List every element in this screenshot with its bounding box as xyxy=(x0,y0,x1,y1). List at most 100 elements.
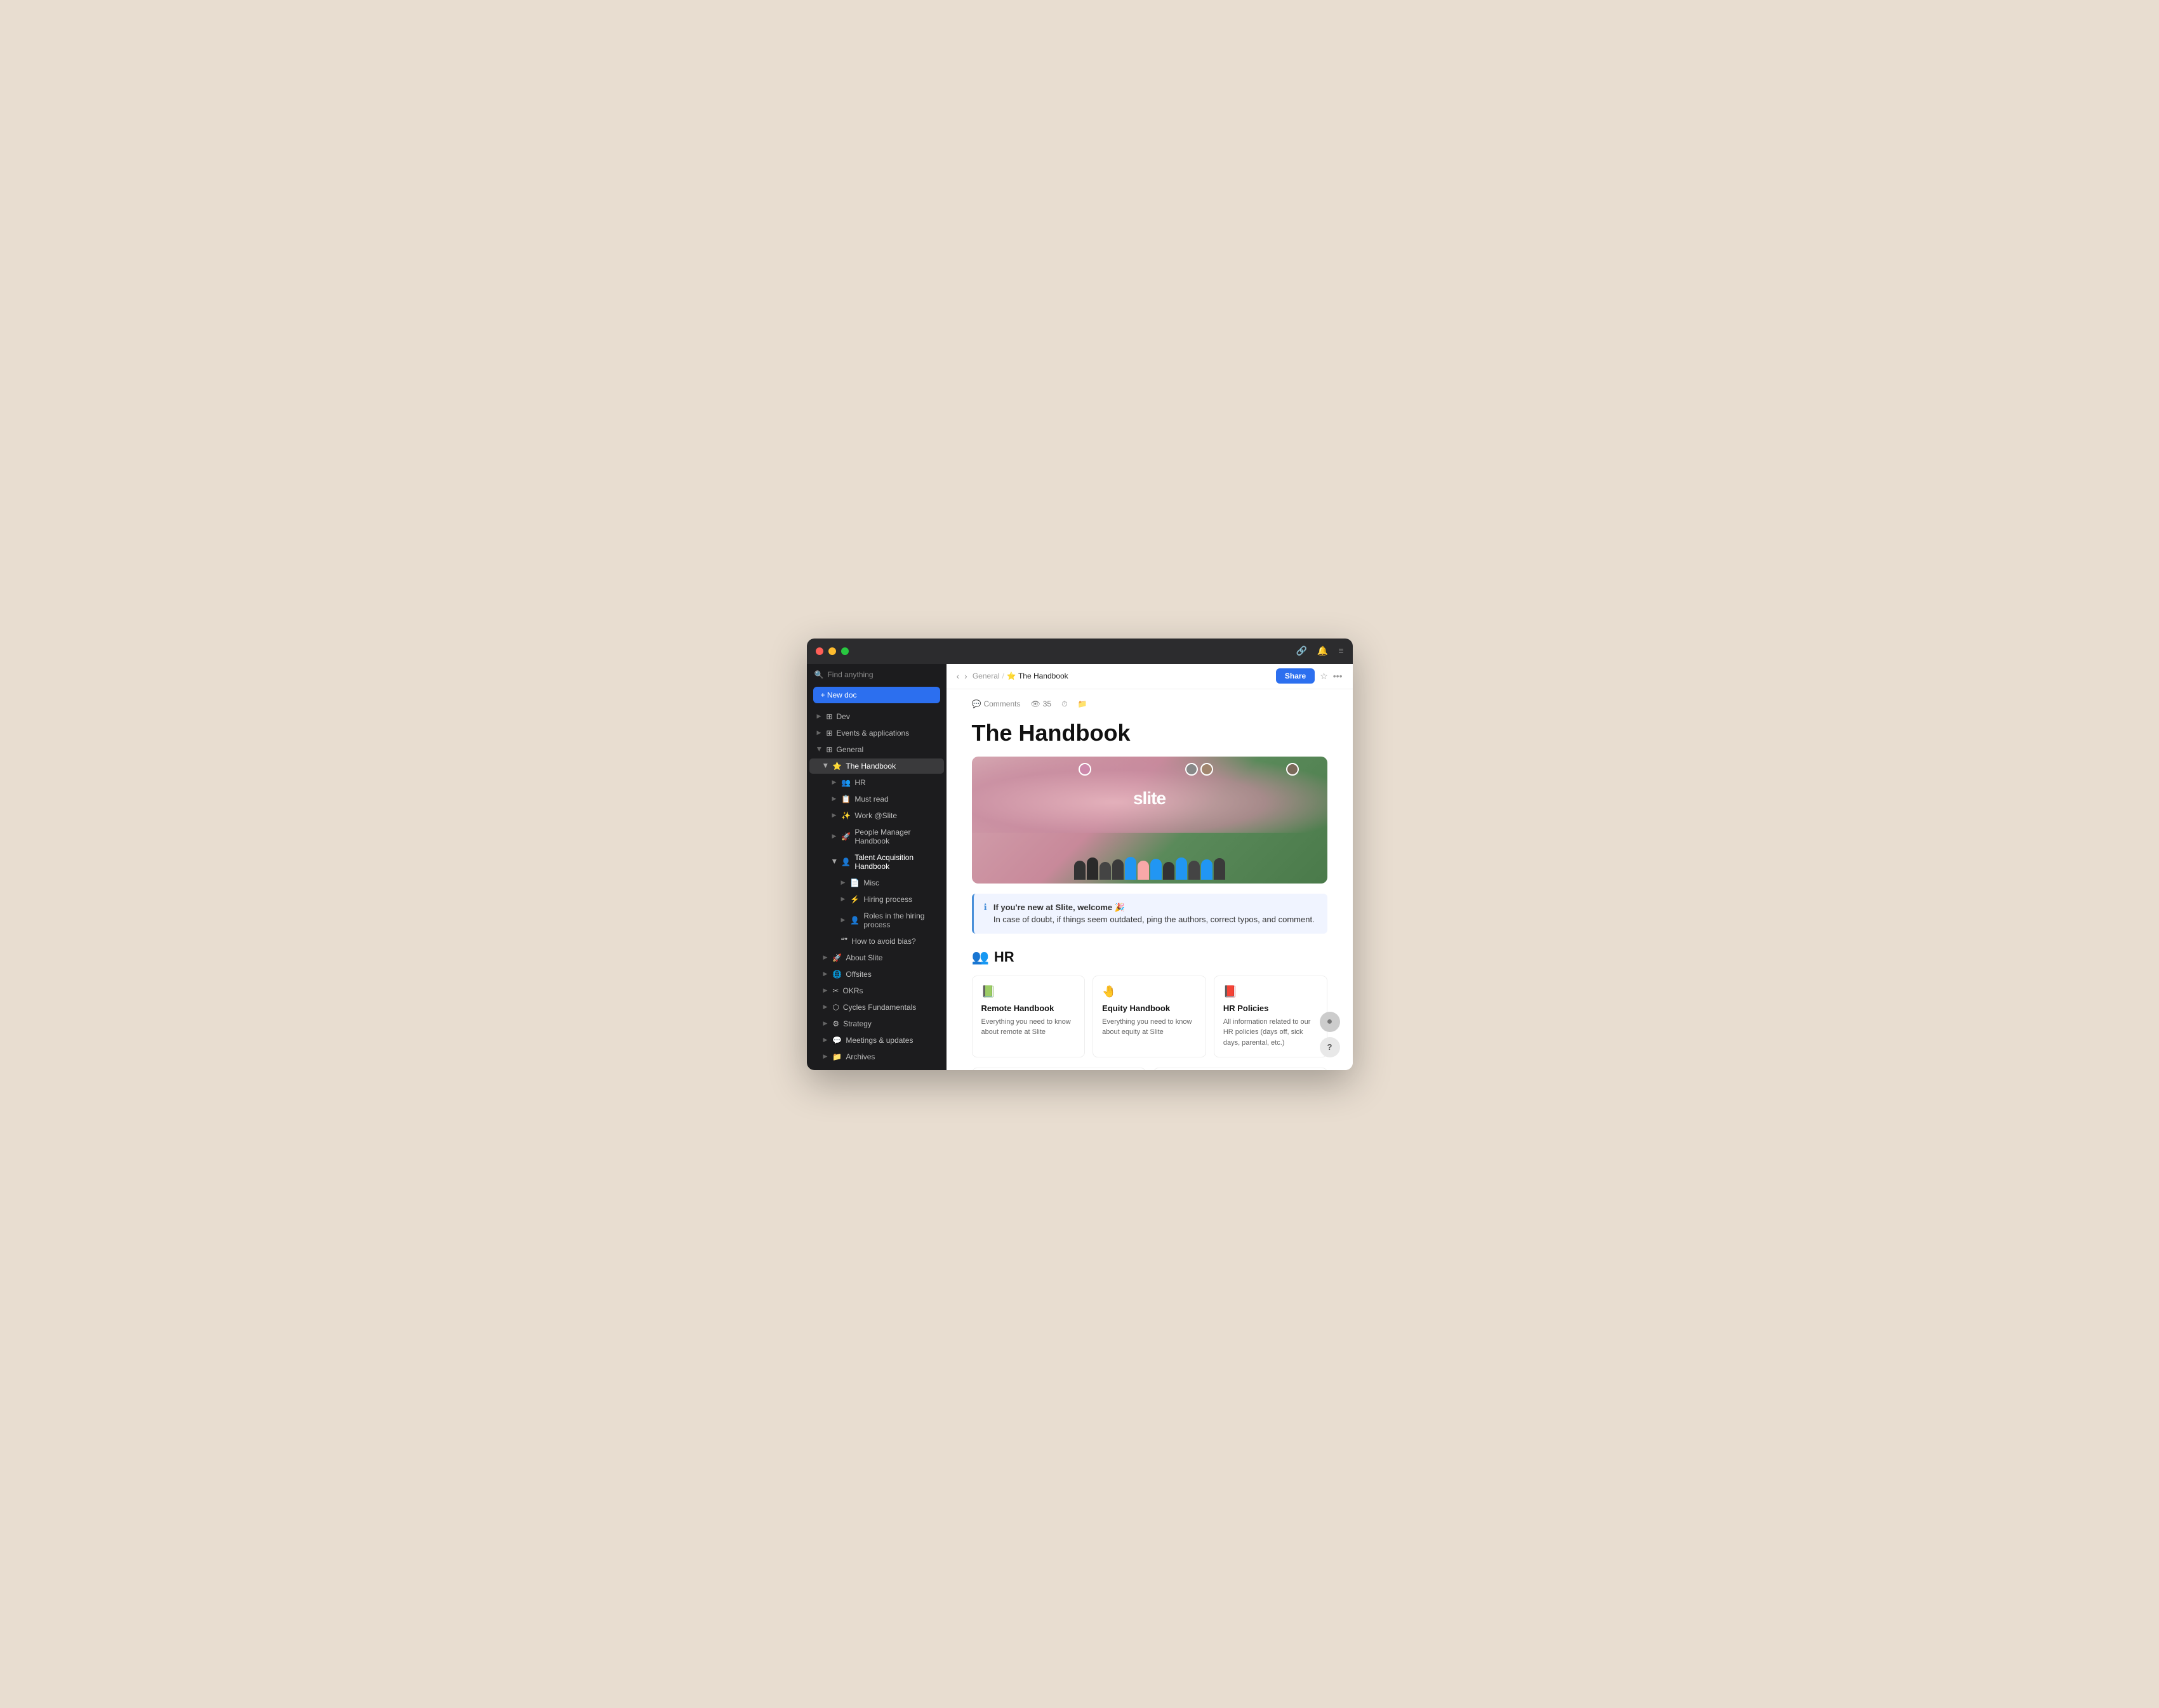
breadcrumb-sep: / xyxy=(1002,672,1004,680)
chevron-icon: ▶ xyxy=(841,917,846,924)
star-button[interactable]: ☆ xyxy=(1320,671,1328,682)
chevron-icon: ▶ xyxy=(823,1003,828,1010)
hr-section-title: HR xyxy=(994,949,1014,965)
folder-icon: 📁 xyxy=(1077,699,1087,708)
sidebar-item-label: Talent Acquisition Handbook xyxy=(854,853,936,871)
sidebar-item-label: Dev xyxy=(836,712,849,721)
sidebar-item-about-slite[interactable]: ▶ 🚀 About Slite xyxy=(809,950,944,965)
sidebar-item-label: Misc xyxy=(863,878,879,887)
sidebar-item-okrs[interactable]: ▶ ✂ OKRs xyxy=(809,983,944,998)
help-button[interactable]: ? xyxy=(1320,1037,1340,1057)
sidebar-item-label: Hiring process xyxy=(863,895,912,904)
general-icon: ⊞ xyxy=(826,745,832,754)
chevron-icon: ▶ xyxy=(823,970,828,977)
sidebar-item-meetings[interactable]: ▶ 💬 Meetings & updates xyxy=(809,1033,944,1048)
new-doc-button[interactable]: + New doc xyxy=(813,687,940,703)
chevron-icon: ▶ xyxy=(832,779,837,786)
close-button[interactable] xyxy=(816,647,823,655)
hr-icon: 👥 xyxy=(841,778,851,787)
card-contractor-handbook[interactable]: 🤑 Contractor Handbook Are you a contract… xyxy=(972,1068,1146,1069)
cycles-icon: ⬡ xyxy=(832,1003,839,1012)
timer-icon: ⏱ xyxy=(1061,699,1067,709)
talent-icon: 👤 xyxy=(841,857,851,866)
sidebar-item-the-handbook[interactable]: ▶ ⭐ The Handbook xyxy=(809,758,944,774)
card-remote-handbook[interactable]: 📗 Remote Handbook Everything you need to… xyxy=(972,976,1086,1058)
sidebar: 🔍 Find anything + New doc ▶ ⊞ Dev ▶ ⊞ Ev… xyxy=(807,664,947,1070)
maximize-button[interactable] xyxy=(841,647,849,655)
breadcrumb-handbook[interactable]: ⭐ The Handbook xyxy=(1007,672,1068,680)
info-text-body: In case of doubt, if things seem outdate… xyxy=(993,915,1315,924)
card-offsite-handbook[interactable]: 🔥 Offsite Handbook Everything related to… xyxy=(1153,1068,1327,1069)
growth-icon: ⊞ xyxy=(826,1069,832,1070)
equity-handbook-icon: 🤚 xyxy=(1102,985,1197,998)
hr-section-icon: 👥 xyxy=(972,949,989,965)
comments-button[interactable]: 💬 Comments xyxy=(972,699,1021,708)
handbook-icon: ⭐ xyxy=(832,762,842,771)
roles-icon: 👤 xyxy=(850,916,860,925)
sidebar-item-events[interactable]: ▶ ⊞ Events & applications xyxy=(809,725,944,741)
minimize-button[interactable] xyxy=(828,647,836,655)
events-icon: ⊞ xyxy=(826,729,832,738)
sidebar-item-hr[interactable]: ▶ 👥 HR xyxy=(809,775,944,790)
float-action-button[interactable]: ● xyxy=(1320,1012,1340,1032)
sidebar-item-offsites[interactable]: ▶ 🌐 Offsites xyxy=(809,967,944,982)
sidebar-item-roles-hiring[interactable]: ▶ 👤 Roles in the hiring process xyxy=(809,908,944,932)
sidebar-item-label: About Slite xyxy=(846,953,882,962)
sidebar-item-dev[interactable]: ▶ ⊞ Dev xyxy=(809,709,944,724)
people-manager-icon: 🚀 xyxy=(841,832,851,841)
bias-icon: ❝❞ xyxy=(841,937,848,944)
chevron-icon: ▶ xyxy=(817,713,821,720)
timer-button[interactable]: ⏱ xyxy=(1061,699,1067,709)
meetings-icon: 💬 xyxy=(832,1036,842,1045)
sidebar-item-strategy[interactable]: ▶ ⚙ Strategy xyxy=(809,1016,944,1031)
remote-handbook-desc: Everything you need to know about remote… xyxy=(981,1017,1076,1038)
sidebar-item-hiring-process[interactable]: ▶ ⚡ Hiring process xyxy=(809,892,944,907)
link-icon[interactable]: 🔗 xyxy=(1296,645,1306,656)
search-bar[interactable]: 🔍 Find anything xyxy=(807,664,947,685)
offsites-icon: 🌐 xyxy=(832,970,842,979)
sidebar-item-work-slite[interactable]: ▶ ✨ Work @Slite xyxy=(809,808,944,823)
sidebar-item-avoid-bias[interactable]: ❝❞ How to avoid bias? xyxy=(809,934,944,949)
views-number: 35 xyxy=(1043,699,1051,708)
card-equity-handbook[interactable]: 🤚 Equity Handbook Everything you need to… xyxy=(1093,976,1206,1058)
more-options-button[interactable]: ••• xyxy=(1333,671,1343,681)
sidebar-item-people-manager[interactable]: ▶ 🚀 People Manager Handbook xyxy=(809,824,944,849)
sidebar-item-label: How to avoid bias? xyxy=(851,937,915,946)
float-buttons: ● ? xyxy=(1320,1012,1340,1057)
sidebar-item-growth[interactable]: ▶ ⊞ Growth xyxy=(809,1066,944,1070)
menu-icon[interactable]: ≡ xyxy=(1338,645,1343,656)
doc-title: The Handbook xyxy=(972,719,1327,746)
nav-back-button[interactable]: ‹ xyxy=(957,671,960,681)
views-count: 👁 35 xyxy=(1030,699,1051,708)
chevron-icon: ▶ xyxy=(823,1053,828,1060)
sidebar-item-talent-acquisition[interactable]: ▶ 👤 Talent Acquisition Handbook xyxy=(809,850,944,874)
folder-button[interactable]: 📁 xyxy=(1077,699,1087,708)
share-button[interactable]: Share xyxy=(1276,668,1315,684)
remote-handbook-title: Remote Handbook xyxy=(981,1003,1076,1013)
hr-policies-desc: All information related to our HR polici… xyxy=(1223,1017,1318,1049)
content-area: ‹ › General / ⭐ The Handbook Share ☆ ••• xyxy=(947,664,1353,1070)
sidebar-item-label: The Handbook xyxy=(846,762,896,771)
about-icon: 🚀 xyxy=(832,953,842,962)
breadcrumb-general[interactable]: General xyxy=(973,672,1000,680)
sidebar-item-general[interactable]: ▶ ⊞ General xyxy=(809,742,944,757)
sidebar-item-misc[interactable]: ▶ 📄 Misc xyxy=(809,875,944,890)
nav-forward-button[interactable]: › xyxy=(964,671,967,681)
search-icon: 🔍 xyxy=(814,670,824,679)
card-hr-policies[interactable]: 📕 HR Policies All information related to… xyxy=(1214,976,1327,1058)
cards-grid-bottom: 🤑 Contractor Handbook Are you a contract… xyxy=(972,1068,1327,1069)
chevron-icon: ▶ xyxy=(821,764,828,768)
sidebar-item-cycles[interactable]: ▶ ⬡ Cycles Fundamentals xyxy=(809,1000,944,1015)
hero-image: slite xyxy=(972,757,1327,884)
comments-label: Comments xyxy=(983,699,1020,708)
sidebar-item-must-read[interactable]: ▶ 📋 Must read xyxy=(809,791,944,807)
sidebar-item-archives[interactable]: ▶ 📁 Archives xyxy=(809,1049,944,1064)
bell-icon[interactable]: 🔔 xyxy=(1317,645,1328,656)
doc-toolbar: 💬 Comments 👁 35 ⏱ 📁 xyxy=(972,699,1327,709)
sidebar-item-label: Strategy xyxy=(843,1019,872,1028)
titlebar: 🔗 🔔 ≡ xyxy=(807,639,1353,664)
info-text: If you're new at Slite, welcome 🎉 In cas… xyxy=(993,901,1315,926)
info-text-bold: If you're new at Slite, welcome 🎉 xyxy=(993,903,1125,912)
app-window: 🔗 🔔 ≡ 🔍 Find anything + New doc ▶ ⊞ Dev … xyxy=(807,639,1353,1070)
new-doc-label: + New doc xyxy=(821,691,857,699)
